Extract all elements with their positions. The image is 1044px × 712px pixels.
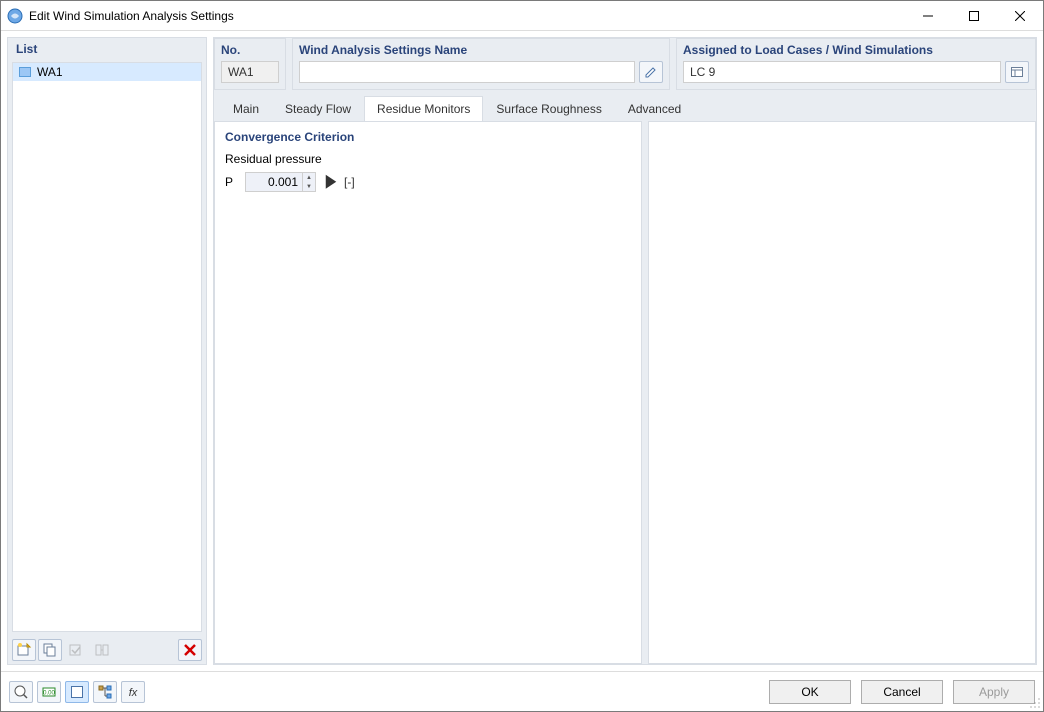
- svg-text:fx: fx: [129, 687, 138, 699]
- list-header: List: [8, 38, 206, 62]
- dialog-window: Edit Wind Simulation Analysis Settings L…: [0, 0, 1044, 712]
- content-pane-main: Convergence Criterion Residual pressure …: [214, 121, 642, 664]
- list-item-color-icon: [19, 67, 31, 77]
- units-button[interactable]: 0.00: [37, 681, 61, 703]
- tab-advanced[interactable]: Advanced: [615, 96, 694, 121]
- list-toolbar: [8, 636, 206, 664]
- apply-button: Apply: [953, 680, 1035, 704]
- cancel-button[interactable]: Cancel: [861, 680, 943, 704]
- value-menu-button[interactable]: [324, 172, 338, 192]
- no-label: No.: [221, 43, 279, 57]
- assigned-field[interactable]: [683, 61, 1001, 83]
- unit-label: [-]: [344, 175, 355, 189]
- copy-item-button[interactable]: [38, 639, 62, 661]
- header-fields-row: No. Wind Analysis Settings Name: [214, 38, 1036, 90]
- window-controls: [905, 1, 1043, 30]
- dialog-footer: 0.00 fx OK Cancel Apply: [1, 671, 1043, 711]
- link-item-button: [90, 639, 114, 661]
- assigned-group: Assigned to Load Cases / Wind Simulation…: [676, 38, 1036, 90]
- titlebar: Edit Wind Simulation Analysis Settings: [1, 1, 1043, 31]
- main-panel: No. Wind Analysis Settings Name: [213, 37, 1037, 665]
- minimize-button[interactable]: [905, 1, 951, 30]
- list-panel: List WA1: [7, 37, 207, 665]
- list-body[interactable]: WA1: [12, 62, 202, 632]
- spinner-down-button[interactable]: ▼: [303, 182, 315, 191]
- name-group: Wind Analysis Settings Name: [292, 38, 670, 90]
- close-button[interactable]: [997, 1, 1043, 30]
- list-item-label: WA1: [37, 65, 63, 79]
- window-title: Edit Wind Simulation Analysis Settings: [29, 9, 905, 23]
- no-group: No.: [214, 38, 286, 90]
- content-row: Convergence Criterion Residual pressure …: [214, 121, 1036, 664]
- residual-pressure-input[interactable]: [246, 173, 302, 191]
- section-title: Convergence Criterion: [225, 130, 631, 144]
- function-button[interactable]: fx: [121, 681, 145, 703]
- tabs: Main Steady Flow Residue Monitors Surfac…: [214, 96, 1036, 121]
- content-pane-side: [648, 121, 1036, 664]
- no-field: [221, 61, 279, 83]
- help-button[interactable]: [9, 681, 33, 703]
- name-label: Wind Analysis Settings Name: [299, 43, 663, 57]
- tab-steady-flow[interactable]: Steady Flow: [272, 96, 364, 121]
- app-icon: [7, 8, 23, 24]
- new-item-button[interactable]: [12, 639, 36, 661]
- check-item-button: [64, 639, 88, 661]
- ok-button[interactable]: OK: [769, 680, 851, 704]
- dialog-body: List WA1: [1, 31, 1043, 671]
- svg-text:0.00: 0.00: [43, 690, 55, 696]
- tab-main[interactable]: Main: [220, 96, 272, 121]
- delete-item-button[interactable]: [178, 639, 202, 661]
- assigned-label: Assigned to Load Cases / Wind Simulation…: [683, 43, 1029, 57]
- tree-view-button[interactable]: [93, 681, 117, 703]
- resize-grip-icon[interactable]: [1029, 697, 1041, 709]
- tab-surface-roughness[interactable]: Surface Roughness: [483, 96, 614, 121]
- residual-pressure-row: P ▲ ▼ [-]: [225, 172, 631, 192]
- param-symbol: P: [225, 175, 239, 189]
- assigned-browse-button[interactable]: [1005, 61, 1029, 83]
- residual-pressure-spinner[interactable]: ▲ ▼: [245, 172, 316, 192]
- residual-pressure-label: Residual pressure: [225, 152, 631, 166]
- list-item[interactable]: WA1: [13, 63, 201, 81]
- name-field[interactable]: [299, 61, 635, 83]
- maximize-button[interactable]: [951, 1, 997, 30]
- edit-name-button[interactable]: [639, 61, 663, 83]
- tab-residue-monitors[interactable]: Residue Monitors: [364, 96, 483, 121]
- view-toggle-button[interactable]: [65, 681, 89, 703]
- spinner-up-button[interactable]: ▲: [303, 173, 315, 182]
